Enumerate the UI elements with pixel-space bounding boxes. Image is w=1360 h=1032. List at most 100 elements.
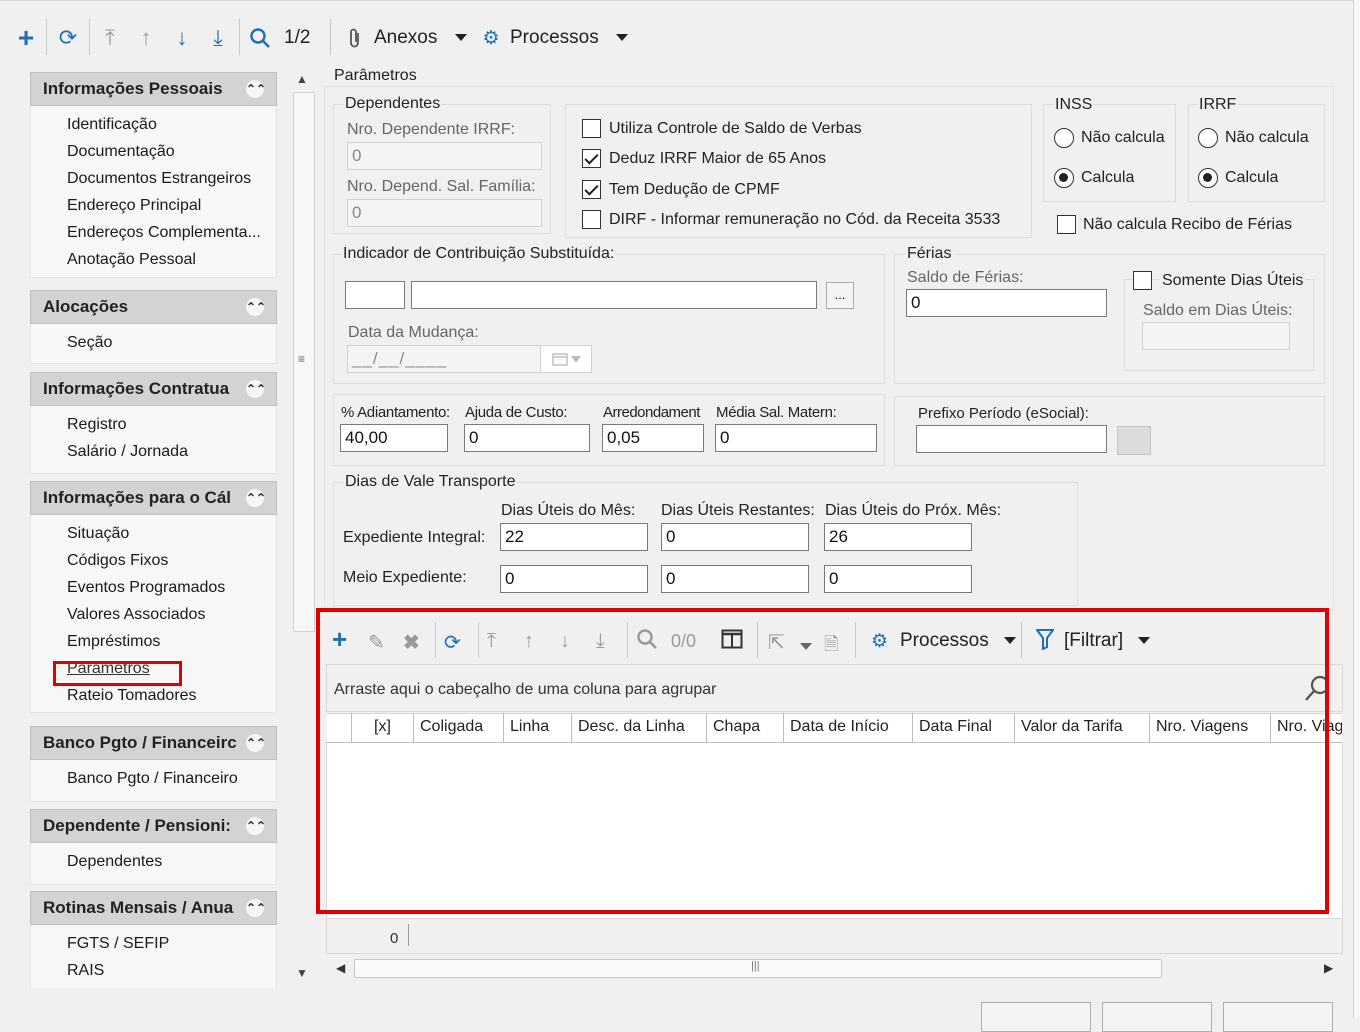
expediente-integral-mes-input[interactable]: 22 [500, 523, 648, 551]
sidebar-item-anotacao-pessoal[interactable]: Anotação Pessoal [67, 251, 196, 269]
save-button[interactable] [1223, 1002, 1333, 1032]
recibo-ferias-checkbox[interactable] [1057, 215, 1076, 234]
sidebar-group-header[interactable]: Informações Contratua ⌃⌃ [30, 372, 277, 406]
sidebar-item-secao[interactable]: Seção [67, 334, 112, 352]
indicador-browse-button[interactable]: ... [826, 282, 854, 309]
saldo-ferias-input[interactable]: 0 [906, 289, 1107, 317]
sidebar-group-header[interactable]: Alocações ⌃⌃ [30, 290, 277, 324]
collapse-icon[interactable]: ⌃⌃ [246, 899, 266, 917]
indicador-code-input[interactable] [345, 281, 405, 309]
scroll-up-icon[interactable]: ▲ [296, 72, 308, 86]
collapse-icon[interactable]: ⌃⌃ [246, 380, 266, 398]
sidebar-item-emprestimos[interactable]: Empréstimos [67, 633, 160, 651]
paperclip-icon[interactable] [344, 23, 366, 53]
prefixo-input[interactable] [916, 425, 1107, 453]
sidebar-item-rais[interactable]: RAIS [67, 962, 104, 980]
inss-title: INSS [1053, 96, 1095, 114]
deduz-irrf-checkbox[interactable] [582, 149, 601, 168]
collapse-icon[interactable]: ⌃⌃ [246, 817, 266, 835]
arredondamento-input[interactable]: 0,05 [602, 424, 704, 452]
grip-icon: ≡ [298, 352, 306, 366]
chevron-down-icon [570, 355, 581, 363]
data-mudanca-label: Data da Mudança: [348, 324, 479, 341]
inss-nao-calcula-radio[interactable] [1054, 128, 1074, 148]
first-record-icon[interactable]: ⤒ [96, 23, 124, 53]
vale-col1-label: Dias Úteis do Mês: [501, 502, 636, 519]
last-record-icon[interactable]: ⤓ [204, 23, 232, 53]
sidebar-item-valores-associados[interactable]: Valores Associados [67, 606, 205, 624]
scroll-left-icon[interactable]: ◀ [336, 961, 345, 975]
add-icon[interactable]: + [12, 22, 40, 53]
sidebar-item-endereco-principal[interactable]: Endereço Principal [67, 197, 201, 215]
meio-expediente-prox-input[interactable]: 0 [824, 565, 972, 593]
adiantamento-input[interactable]: 40,00 [340, 424, 448, 452]
processos-label: Processos [510, 27, 599, 48]
ok-button[interactable] [981, 1002, 1091, 1032]
calendar-dropdown[interactable] [540, 345, 592, 373]
sidebar-item-documentacao[interactable]: Documentação [67, 143, 175, 161]
expediente-integral-restantes-input[interactable]: 0 [661, 523, 809, 551]
sidebar-item-enderecos-complementares[interactable]: Endereços Complementa... [67, 224, 261, 242]
sidebar-group-title: Informações Pessoais [43, 79, 223, 98]
vale-col2-label: Dias Úteis Restantes: [661, 502, 815, 519]
meio-expediente-restantes-input[interactable]: 0 [661, 565, 809, 593]
sidebar-item-codigos-fixos[interactable]: Códigos Fixos [67, 552, 168, 570]
gear-icon[interactable]: ⚙ [480, 23, 502, 53]
indicador-desc-input[interactable] [411, 281, 817, 309]
ajuda-custo-input[interactable]: 0 [464, 424, 590, 452]
sidebar-group-header[interactable]: Informações para o Cál ⌃⌃ [30, 481, 277, 515]
search-icon[interactable] [245, 23, 275, 53]
collapse-icon[interactable]: ⌃⌃ [246, 734, 266, 752]
collapse-icon[interactable]: ⌃⌃ [246, 489, 266, 507]
media-sal-input[interactable]: 0 [715, 424, 877, 452]
sidebar-item-dependentes[interactable]: Dependentes [67, 853, 162, 871]
sidebar-item-documentos-estrangeiros[interactable]: Documentos Estrangeiros [67, 170, 251, 188]
prefixo-button[interactable] [1117, 426, 1151, 455]
sidebar: Informações Pessoais ⌃⌃ Identificação Doc… [30, 70, 277, 988]
grip-icon: ||| [751, 960, 760, 972]
collapse-icon[interactable]: ⌃⌃ [246, 298, 266, 316]
toolbar-separator [330, 19, 331, 55]
ferias-title: Férias [905, 245, 954, 263]
cancel-button[interactable] [1102, 1002, 1212, 1032]
expediente-integral-prox-input[interactable]: 26 [824, 523, 972, 551]
scroll-right-icon[interactable]: ▶ [1324, 961, 1333, 975]
sidebar-group-header[interactable]: Informações Pessoais ⌃⌃ [30, 72, 277, 106]
refresh-icon[interactable]: ⟳ [54, 23, 82, 53]
sidebar-item-registro[interactable]: Registro [67, 416, 127, 434]
saldo-verbas-checkbox[interactable] [582, 119, 601, 138]
irrf-calcula-radio[interactable] [1198, 168, 1218, 188]
sidebar-scrollbar[interactable]: ▲ ≡ ▼ [293, 70, 316, 988]
previous-record-icon[interactable]: ↑ [132, 23, 160, 53]
highlight-box-parametros [53, 661, 182, 686]
processos-menu[interactable]: Processos [510, 27, 628, 49]
next-record-icon[interactable]: ↓ [168, 23, 196, 53]
inss-calcula-radio[interactable] [1054, 168, 1074, 188]
sidebar-item-rateio-tomadores[interactable]: Rateio Tomadores [67, 687, 197, 705]
somente-uteis-checkbox[interactable] [1133, 271, 1152, 290]
scroll-down-icon[interactable]: ▼ [296, 966, 308, 980]
toolbar-separator [46, 19, 47, 55]
arredondamento-label: Arredondament [603, 404, 700, 421]
sidebar-item-banco-pgto[interactable]: Banco Pgto / Financeiro [67, 770, 238, 788]
collapse-icon[interactable]: ⌃⌃ [246, 80, 266, 98]
dependente-irrf-input[interactable]: 0 [347, 142, 542, 170]
saldo-uteis-input[interactable] [1142, 322, 1290, 350]
dependente-salfam-input[interactable]: 0 [347, 199, 542, 227]
meio-expediente-mes-input[interactable]: 0 [500, 565, 648, 593]
saldo-uteis-label: Saldo em Dias Úteis: [1143, 302, 1293, 319]
data-mudanca-input[interactable]: __/__/____ [347, 345, 541, 373]
cpmf-checkbox[interactable] [582, 180, 601, 199]
sidebar-item-salario-jornada[interactable]: Salário / Jornada [67, 443, 188, 461]
sidebar-item-eventos-programados[interactable]: Eventos Programados [67, 579, 225, 597]
sidebar-group-header[interactable]: Banco Pgto / Financeirc ⌃⌃ [30, 726, 277, 760]
sidebar-item-situacao[interactable]: Situação [67, 525, 129, 543]
sidebar-group-header[interactable]: Rotinas Mensais / Anua ⌃⌃ [30, 891, 277, 925]
sidebar-item-fgts-sefip[interactable]: FGTS / SEFIP [67, 935, 169, 953]
irrf-nao-calcula-radio[interactable] [1198, 128, 1218, 148]
grid-footer [326, 918, 1343, 954]
anexos-menu[interactable]: Anexos [374, 27, 467, 49]
sidebar-item-identificacao[interactable]: Identificação [67, 116, 157, 134]
sidebar-group-header[interactable]: Dependente / Pensioni: ⌃⌃ [30, 809, 277, 843]
dirf-checkbox[interactable] [582, 210, 601, 229]
